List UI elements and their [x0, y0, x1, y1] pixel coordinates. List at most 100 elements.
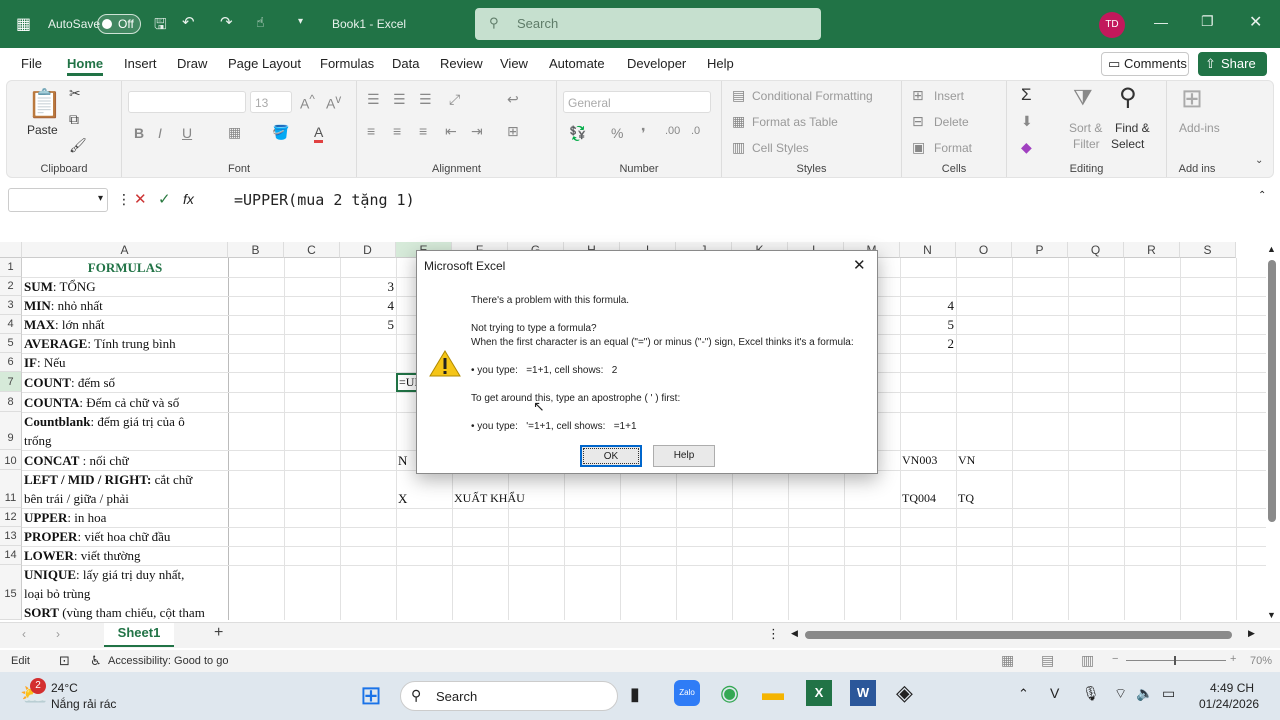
- decrease-font-icon[interactable]: Av: [326, 93, 341, 112]
- cell-f11[interactable]: XUẤT KHẨU: [454, 489, 562, 508]
- restore-icon[interactable]: ❐: [1201, 13, 1214, 30]
- row-header-9[interactable]: 9: [0, 412, 22, 450]
- col-header-p[interactable]: P: [1012, 242, 1068, 258]
- row-header-2[interactable]: 2: [0, 277, 22, 296]
- zoom-level[interactable]: 70%: [1250, 655, 1272, 667]
- font-size-dropdown[interactable]: 13: [250, 91, 292, 113]
- horizontal-scroll-thumb[interactable]: [805, 631, 1232, 639]
- copy-icon[interactable]: ⧉: [69, 111, 79, 128]
- close-icon[interactable]: ✕: [1249, 12, 1262, 32]
- task-view-icon[interactable]: ▮: [630, 684, 640, 705]
- tab-automate[interactable]: Automate: [549, 56, 605, 71]
- cell-d2[interactable]: 3: [340, 277, 395, 296]
- customize-qat-icon[interactable]: ▾: [298, 16, 303, 27]
- cut-icon[interactable]: ✂: [69, 85, 81, 102]
- cell-styles-button[interactable]: Cell Styles: [752, 141, 809, 155]
- delete-cells-icon[interactable]: ⊟: [912, 113, 924, 130]
- enter-icon[interactable]: ✓: [158, 190, 171, 208]
- row-header-8[interactable]: 8: [0, 392, 22, 412]
- font-color-icon[interactable]: A: [314, 124, 324, 143]
- accessibility-icon[interactable]: ♿: [90, 653, 102, 669]
- cell-a2[interactable]: SUM: TỔNG: [24, 277, 226, 296]
- row-header-15[interactable]: 15: [0, 565, 22, 620]
- cell-d11[interactable]: X: [398, 489, 418, 508]
- dialog-close-icon[interactable]: ✕: [853, 256, 866, 274]
- align-center-icon[interactable]: ≡: [393, 123, 401, 139]
- excel-logo-icon[interactable]: ▦: [16, 14, 31, 34]
- format-cells-icon[interactable]: ▣: [912, 139, 925, 156]
- row-header-3[interactable]: 3: [0, 296, 22, 315]
- scroll-down-icon[interactable]: ▼: [1267, 610, 1276, 620]
- avatar[interactable]: TD: [1099, 12, 1125, 38]
- row-header-14[interactable]: 14: [0, 546, 22, 565]
- word-taskbar-icon[interactable]: W: [850, 680, 876, 706]
- minimize-icon[interactable]: —: [1154, 14, 1168, 30]
- addins-icon[interactable]: ⊞: [1181, 83, 1203, 114]
- redo-icon[interactable]: ↷: [220, 13, 233, 31]
- cell-d4[interactable]: 5: [340, 315, 395, 334]
- underline-icon[interactable]: U: [182, 125, 192, 141]
- save-icon[interactable]: 🖫: [154, 14, 167, 39]
- col-header-r[interactable]: R: [1124, 242, 1180, 258]
- align-middle-icon[interactable]: ☰: [393, 91, 406, 108]
- excel-taskbar-icon[interactable]: X: [806, 680, 832, 706]
- sort-label[interactable]: Sort &: [1069, 121, 1102, 135]
- tab-formulas[interactable]: Formulas: [320, 56, 374, 71]
- fill-color-icon[interactable]: 🪣: [272, 124, 289, 141]
- tab-data[interactable]: Data: [392, 56, 419, 71]
- filter-label[interactable]: Filter: [1073, 137, 1100, 151]
- increase-decimal-icon[interactable]: .00: [665, 125, 680, 137]
- zoom-in-icon[interactable]: +: [1230, 653, 1236, 665]
- cell-a8[interactable]: COUNTA: Đếm cả chữ và số: [24, 393, 226, 412]
- bold-icon[interactable]: B: [134, 125, 144, 141]
- prev-sheet-icon[interactable]: ‹: [22, 627, 26, 641]
- tab-developer[interactable]: Developer: [627, 56, 686, 71]
- row-header-13[interactable]: 13: [0, 527, 22, 546]
- row-header-6[interactable]: 6: [0, 353, 22, 372]
- accessibility-status[interactable]: Accessibility: Good to go: [108, 655, 228, 667]
- active-cell-e7[interactable]: =UI: [396, 373, 418, 392]
- addins-button[interactable]: Add-ins: [1179, 121, 1220, 135]
- col-header-q[interactable]: Q: [1068, 242, 1124, 258]
- insert-function-icon[interactable]: fx: [183, 191, 194, 207]
- zalo-icon[interactable]: Zalo: [674, 680, 700, 706]
- sheet-options-icon[interactable]: ⋮: [767, 626, 780, 642]
- sheet-tab-sheet1[interactable]: Sheet1: [104, 623, 174, 647]
- col-header-d[interactable]: D: [340, 242, 396, 258]
- tab-view[interactable]: View: [500, 56, 528, 71]
- cell-o10[interactable]: VN: [958, 451, 1012, 470]
- tab-help[interactable]: Help: [707, 56, 734, 71]
- comma-icon[interactable]: ❜: [641, 125, 646, 142]
- merge-center-icon[interactable]: ⊞: [507, 123, 519, 140]
- row-header-1[interactable]: 1: [0, 258, 22, 277]
- cell-d3[interactable]: 4: [340, 296, 395, 315]
- cell-d10[interactable]: N: [398, 451, 418, 470]
- select-label[interactable]: Select: [1111, 137, 1144, 151]
- conditional-formatting-icon[interactable]: ▤: [732, 87, 745, 104]
- page-layout-view-icon[interactable]: ▤: [1041, 652, 1054, 669]
- align-top-icon[interactable]: ☰: [367, 91, 380, 108]
- clock-date[interactable]: 01/24/2026: [1199, 697, 1259, 711]
- comments-button[interactable]: ▭ Comments: [1101, 52, 1189, 76]
- cell-n4[interactable]: 5: [900, 315, 955, 334]
- paste-icon[interactable]: 📋: [27, 87, 62, 120]
- share-button[interactable]: ⇧ Share: [1198, 52, 1267, 76]
- col-header-o[interactable]: O: [956, 242, 1012, 258]
- decrease-indent-icon[interactable]: ⇤: [445, 123, 457, 140]
- decrease-decimal-icon[interactable]: .0: [691, 125, 700, 137]
- align-right-icon[interactable]: ≡: [419, 123, 427, 139]
- row-header-7[interactable]: 7: [0, 372, 22, 392]
- col-header-n[interactable]: N: [900, 242, 956, 258]
- cell-a13[interactable]: PROPER: viết hoa chữ đầu: [24, 527, 226, 546]
- accounting-icon[interactable]: 💱: [569, 125, 586, 142]
- scroll-right-icon[interactable]: ▶: [1248, 628, 1255, 639]
- search-box[interactable]: ⚲ Search: [475, 8, 821, 40]
- cell-n3[interactable]: 4: [900, 296, 955, 315]
- cell-a15[interactable]: UNIQUE: lấy giá trị duy nhất, loại bỏ trù…: [24, 565, 226, 620]
- align-left-icon[interactable]: ≡: [367, 123, 375, 139]
- conditional-formatting-button[interactable]: Conditional Formatting: [752, 89, 873, 103]
- clock-time[interactable]: 4:49 CH: [1210, 681, 1254, 695]
- orientation-icon[interactable]: ⤢: [449, 91, 460, 108]
- align-bottom-icon[interactable]: ☰: [419, 91, 432, 108]
- cell-n10[interactable]: VN003: [902, 451, 956, 470]
